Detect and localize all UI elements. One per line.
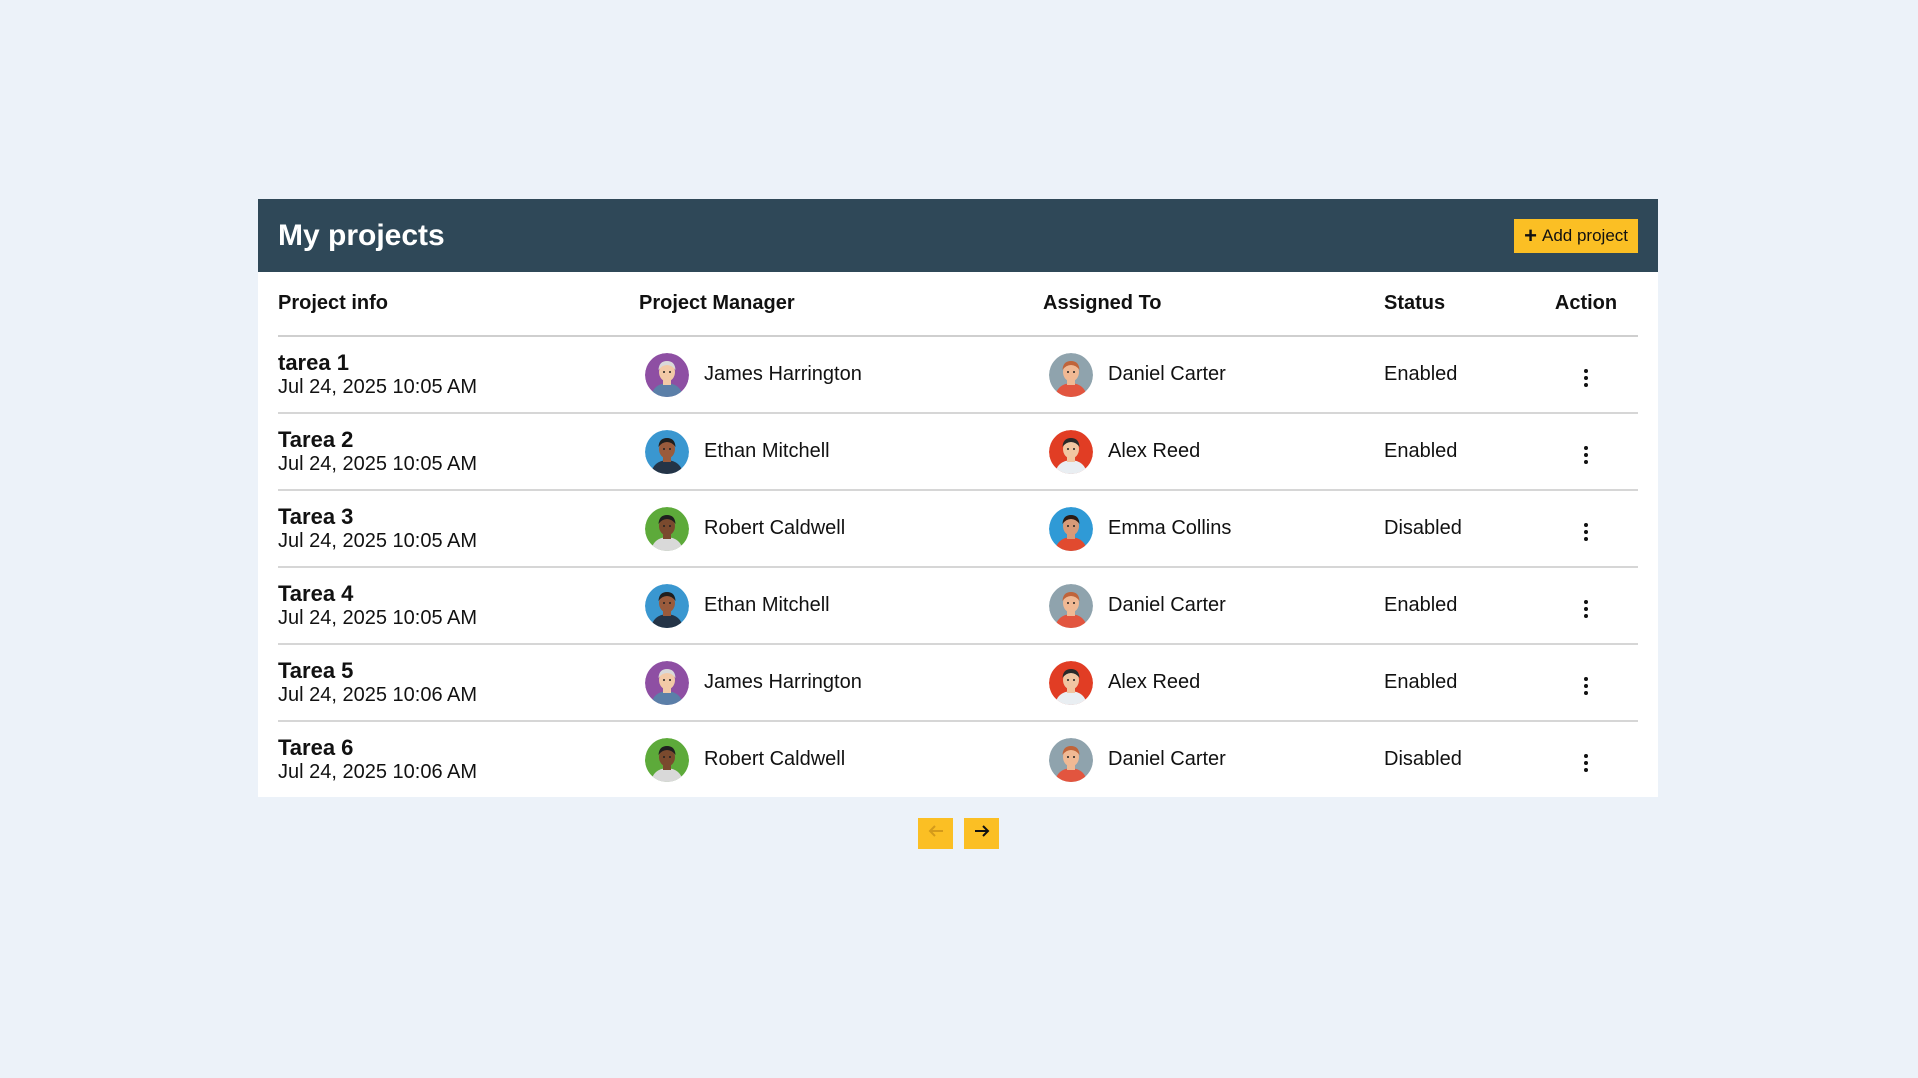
project-info-cell: Tarea 5 Jul 24, 2025 10:06 AM xyxy=(278,644,639,722)
action-cell xyxy=(1534,567,1638,645)
project-date: Jul 24, 2025 10:05 AM xyxy=(278,452,478,475)
column-header-action: Action xyxy=(1534,272,1638,337)
table-row[interactable]: Tarea 5 Jul 24, 2025 10:06 AM James Harrin… xyxy=(278,644,1638,722)
status-cell: Disabled xyxy=(1384,748,1462,770)
avatar xyxy=(645,737,689,782)
action-cell xyxy=(1534,413,1638,491)
table-row[interactable]: Tarea 4 Jul 24, 2025 10:05 AM Ethan Mitche… xyxy=(278,567,1638,645)
avatar xyxy=(1049,660,1093,705)
more-options-icon[interactable] xyxy=(1576,363,1596,393)
table-header-row: Project info Project Manager Assigned To… xyxy=(278,272,1638,337)
project-info-cell: Tarea 2 Jul 24, 2025 10:05 AM xyxy=(278,413,639,491)
assigned-to-cell: Daniel Carter xyxy=(1043,721,1384,797)
assigned-to-cell: Daniel Carter xyxy=(1043,336,1384,414)
assignee-name: Alex Reed xyxy=(1108,440,1201,462)
project-name: Tarea 5 xyxy=(278,657,354,683)
action-cell xyxy=(1534,644,1638,722)
column-header-assigned-to: Assigned To xyxy=(1043,272,1384,337)
avatar xyxy=(645,352,689,397)
column-header-project-manager: Project Manager xyxy=(639,272,1043,337)
manager-name: Robert Caldwell xyxy=(704,748,846,770)
project-date: Jul 24, 2025 10:05 AM xyxy=(278,606,478,629)
more-options-icon[interactable] xyxy=(1576,517,1596,547)
assigned-to-cell: Emma Collins xyxy=(1043,490,1384,568)
status-cell: Disabled xyxy=(1384,490,1534,568)
project-info-cell: Tarea 6 Jul 24, 2025 10:06 AM xyxy=(278,721,639,797)
arrow-left-icon xyxy=(927,822,945,845)
assigned-to-cell: Daniel Carter xyxy=(1043,567,1384,645)
page-title: My projects xyxy=(278,218,445,252)
project-date: Jul 24, 2025 10:05 AM xyxy=(278,375,478,398)
assignee-name: Emma Collins xyxy=(1108,517,1232,539)
column-header-status: Status xyxy=(1384,272,1534,337)
avatar xyxy=(645,583,689,628)
table-row[interactable]: tarea 1 Jul 24, 2025 10:05 AM James Harrin… xyxy=(278,336,1638,414)
avatar xyxy=(1049,737,1093,782)
assignee-name: Daniel Carter xyxy=(1108,594,1226,616)
avatar xyxy=(645,660,689,705)
avatar xyxy=(645,429,689,474)
column-header-project-info: Project info xyxy=(278,272,639,337)
projects-table: Project info Project Manager Assigned To… xyxy=(278,272,1638,797)
project-date: Jul 24, 2025 10:06 AM xyxy=(278,760,478,783)
avatar xyxy=(1049,583,1093,628)
status-cell: Enabled xyxy=(1384,567,1534,645)
project-manager-cell: James Harrington xyxy=(639,336,1043,414)
more-options-icon[interactable] xyxy=(1576,671,1596,701)
project-manager-cell: Ethan Mitchell xyxy=(639,413,1043,491)
table-row[interactable]: Tarea 3 Jul 24, 2025 10:05 AM Robert Caldw… xyxy=(278,490,1638,568)
project-info-cell: Tarea 3 Jul 24, 2025 10:05 AM xyxy=(278,490,639,568)
action-cell xyxy=(1534,490,1638,568)
project-name: tarea 1 xyxy=(278,349,349,375)
project-name: Tarea 6 xyxy=(278,734,354,760)
more-options-icon[interactable] xyxy=(1576,748,1596,778)
project-name: Tarea 4 xyxy=(278,580,354,606)
project-manager-cell: Robert Caldwell xyxy=(639,721,1043,797)
add-project-label: Add project xyxy=(1542,225,1628,245)
manager-name: Ethan Mitchell xyxy=(704,594,830,616)
avatar xyxy=(1049,429,1093,474)
assignee-name: Daniel Carter xyxy=(1108,363,1226,385)
more-options-icon[interactable] xyxy=(1576,440,1596,470)
project-date: Jul 24, 2025 10:06 AM xyxy=(278,683,478,706)
project-manager-cell: James Harrington xyxy=(639,644,1043,722)
project-manager-cell: Ethan Mitchell xyxy=(639,567,1043,645)
add-project-button[interactable]: + Add project xyxy=(1514,218,1638,253)
status-cell: Enabled xyxy=(1384,644,1534,722)
project-date: Jul 24, 2025 10:05 AM xyxy=(278,529,478,552)
pagination xyxy=(918,818,999,849)
project-name: Tarea 3 xyxy=(278,503,354,529)
manager-name: James Harrington xyxy=(704,363,862,385)
status-cell: Enabled xyxy=(1384,336,1534,414)
next-page-button[interactable] xyxy=(964,818,999,849)
action-cell xyxy=(1534,721,1638,797)
avatar xyxy=(1049,506,1093,551)
manager-name: James Harrington xyxy=(704,671,862,693)
status-cell: Enabled xyxy=(1384,413,1534,491)
action-cell xyxy=(1534,336,1638,414)
card-header: My projects + Add project xyxy=(258,199,1658,272)
more-options-icon[interactable] xyxy=(1576,594,1596,624)
project-info-cell: tarea 1 Jul 24, 2025 10:05 AM xyxy=(278,336,639,414)
plus-icon: + xyxy=(1524,222,1537,248)
assignee-name: Daniel Carter xyxy=(1108,748,1226,770)
table-row[interactable]: Tarea 2 Jul 24, 2025 10:05 AM Ethan Mitche… xyxy=(278,413,1638,491)
manager-name: Robert Caldwell xyxy=(704,517,846,539)
table-row[interactable]: Tarea 6 Jul 24, 2025 10:06 AM Robert Caldw… xyxy=(278,721,1638,797)
project-manager-cell: Robert Caldwell xyxy=(639,490,1043,568)
avatar xyxy=(645,506,689,551)
arrow-right-icon xyxy=(973,822,991,845)
manager-name: Ethan Mitchell xyxy=(704,440,830,462)
previous-page-button[interactable] xyxy=(918,818,953,849)
project-name: Tarea 2 xyxy=(278,426,354,452)
avatar xyxy=(1049,352,1093,397)
project-info-cell: Tarea 4 Jul 24, 2025 10:05 AM xyxy=(278,567,639,645)
projects-card: My projects + Add project Project info P… xyxy=(258,199,1658,797)
assigned-to-cell: Alex Reed xyxy=(1043,413,1384,491)
assigned-to-cell: Alex Reed xyxy=(1043,644,1384,722)
assignee-name: Alex Reed xyxy=(1108,671,1201,693)
